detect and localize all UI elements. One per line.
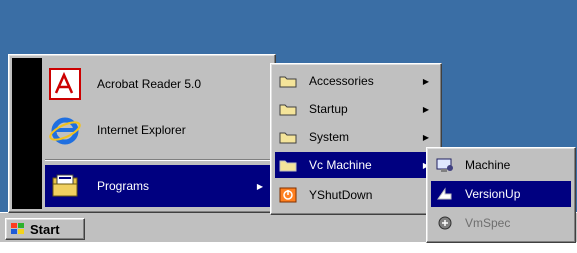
vc-machine-item-label: VmSpec	[465, 216, 511, 230]
vc-machine-submenu: Machine VersionUp VmSpec	[426, 147, 576, 243]
programs-icon	[47, 168, 83, 204]
acrobat-icon	[47, 66, 83, 102]
vc-machine-item-versionup[interactable]: VersionUp	[431, 181, 571, 207]
start-menu: Acrobat Reader 5.0 Internet Explorer Pro…	[8, 54, 276, 213]
start-menu-item-label: Internet Explorer	[97, 123, 186, 137]
programs-item-vc-machine[interactable]: Vc Machine ▶	[275, 152, 437, 178]
submenu-arrow-icon: ▶	[422, 132, 429, 142]
programs-item-label: Startup	[309, 102, 348, 116]
start-menu-item-label: Acrobat Reader 5.0	[97, 77, 202, 91]
programs-item-startup[interactable]: Startup ▶	[275, 96, 437, 122]
start-button[interactable]: Start	[5, 218, 85, 240]
programs-item-label: System	[309, 130, 350, 144]
machine-icon	[435, 156, 455, 174]
start-menu-item-programs[interactable]: Programs ▶	[45, 165, 271, 207]
start-menu-item-acrobat-reader[interactable]: Acrobat Reader 5.0	[45, 63, 271, 105]
folder-icon	[279, 158, 297, 172]
start-menu-band	[12, 58, 42, 209]
shutdown-icon	[279, 187, 297, 203]
windows-logo-icon	[10, 222, 26, 236]
start-menu-item-internet-explorer[interactable]: Internet Explorer	[45, 109, 271, 151]
submenu-arrow-icon: ▶	[422, 104, 429, 114]
submenu-arrow-icon: ▶	[256, 181, 263, 191]
programs-submenu: Accessories ▶ Startup ▶ System ▶ Vc Mach…	[270, 63, 442, 215]
folder-icon	[279, 130, 297, 144]
vc-machine-item-machine[interactable]: Machine	[431, 152, 571, 178]
folder-icon	[279, 102, 297, 116]
internet-explorer-icon	[47, 112, 83, 148]
start-menu-item-label: Programs	[97, 179, 150, 193]
vc-machine-item-vmspec[interactable]: VmSpec	[431, 210, 571, 236]
vc-machine-item-label: VersionUp	[465, 187, 521, 201]
versionup-icon	[435, 185, 455, 203]
start-label: Start	[30, 221, 60, 237]
programs-item-label: Vc Machine	[309, 158, 372, 172]
programs-item-accessories[interactable]: Accessories ▶	[275, 68, 437, 94]
programs-item-system[interactable]: System ▶	[275, 124, 437, 150]
submenu-arrow-icon: ▶	[422, 76, 429, 86]
vmspec-icon	[435, 214, 455, 232]
menu-separator	[45, 159, 271, 161]
programs-item-label: Accessories	[309, 74, 374, 88]
vc-machine-item-label: Machine	[465, 158, 511, 172]
programs-item-label: YShutDown	[309, 188, 373, 202]
folder-icon	[279, 74, 297, 88]
programs-item-yshutdown[interactable]: YShutDown	[275, 182, 437, 208]
